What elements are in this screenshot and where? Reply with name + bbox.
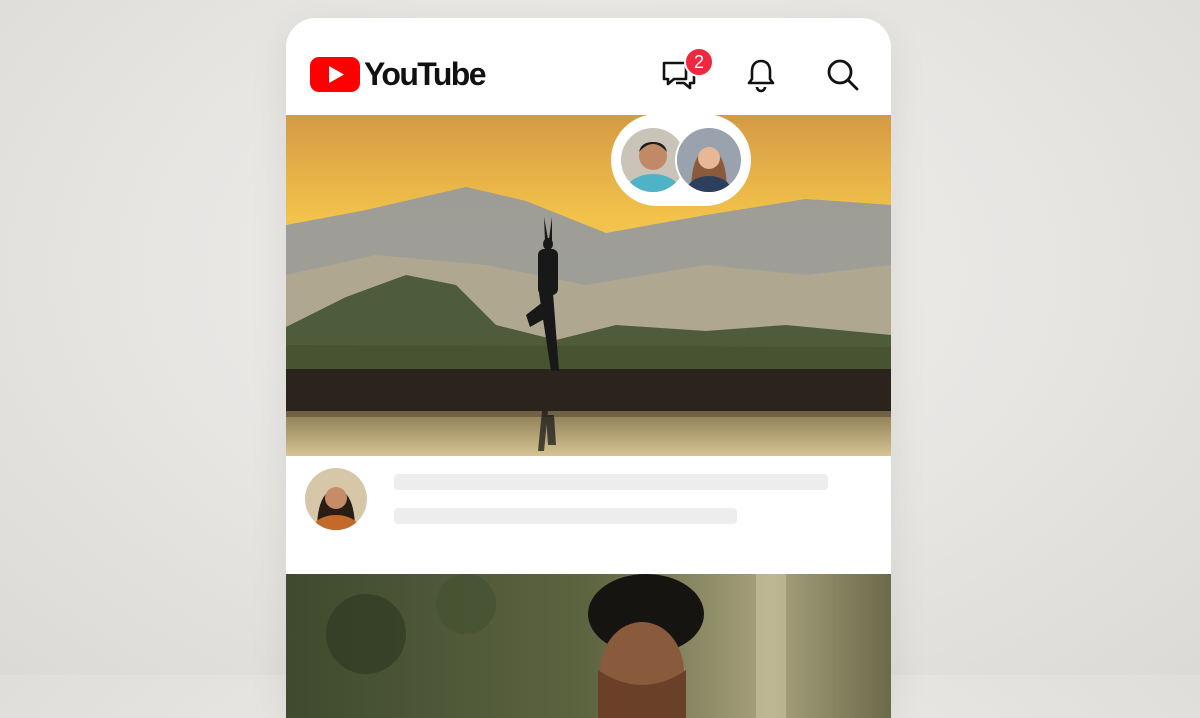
video-meta-row[interactable] xyxy=(286,456,891,572)
youtube-play-icon xyxy=(310,57,360,92)
logo-wordmark: YouTube xyxy=(364,56,487,92)
video-thumbnail-yoga[interactable] xyxy=(286,115,891,456)
subtitle-placeholder-line xyxy=(394,508,737,524)
watcher-avatar xyxy=(675,126,743,194)
channel-avatar[interactable] xyxy=(305,468,367,530)
bell-icon[interactable] xyxy=(740,54,782,96)
title-placeholder-line xyxy=(394,474,828,490)
video-thumbnail-forest[interactable] xyxy=(286,574,891,718)
search-icon[interactable] xyxy=(822,54,864,96)
notification-badge: 2 xyxy=(684,47,714,77)
youtube-logo[interactable]: YouTube xyxy=(310,56,487,92)
watching-together-avatars[interactable] xyxy=(611,114,751,206)
top-app-bar: YouTube 2 xyxy=(286,18,891,115)
phone-frame: YouTube 2 xyxy=(286,18,891,718)
